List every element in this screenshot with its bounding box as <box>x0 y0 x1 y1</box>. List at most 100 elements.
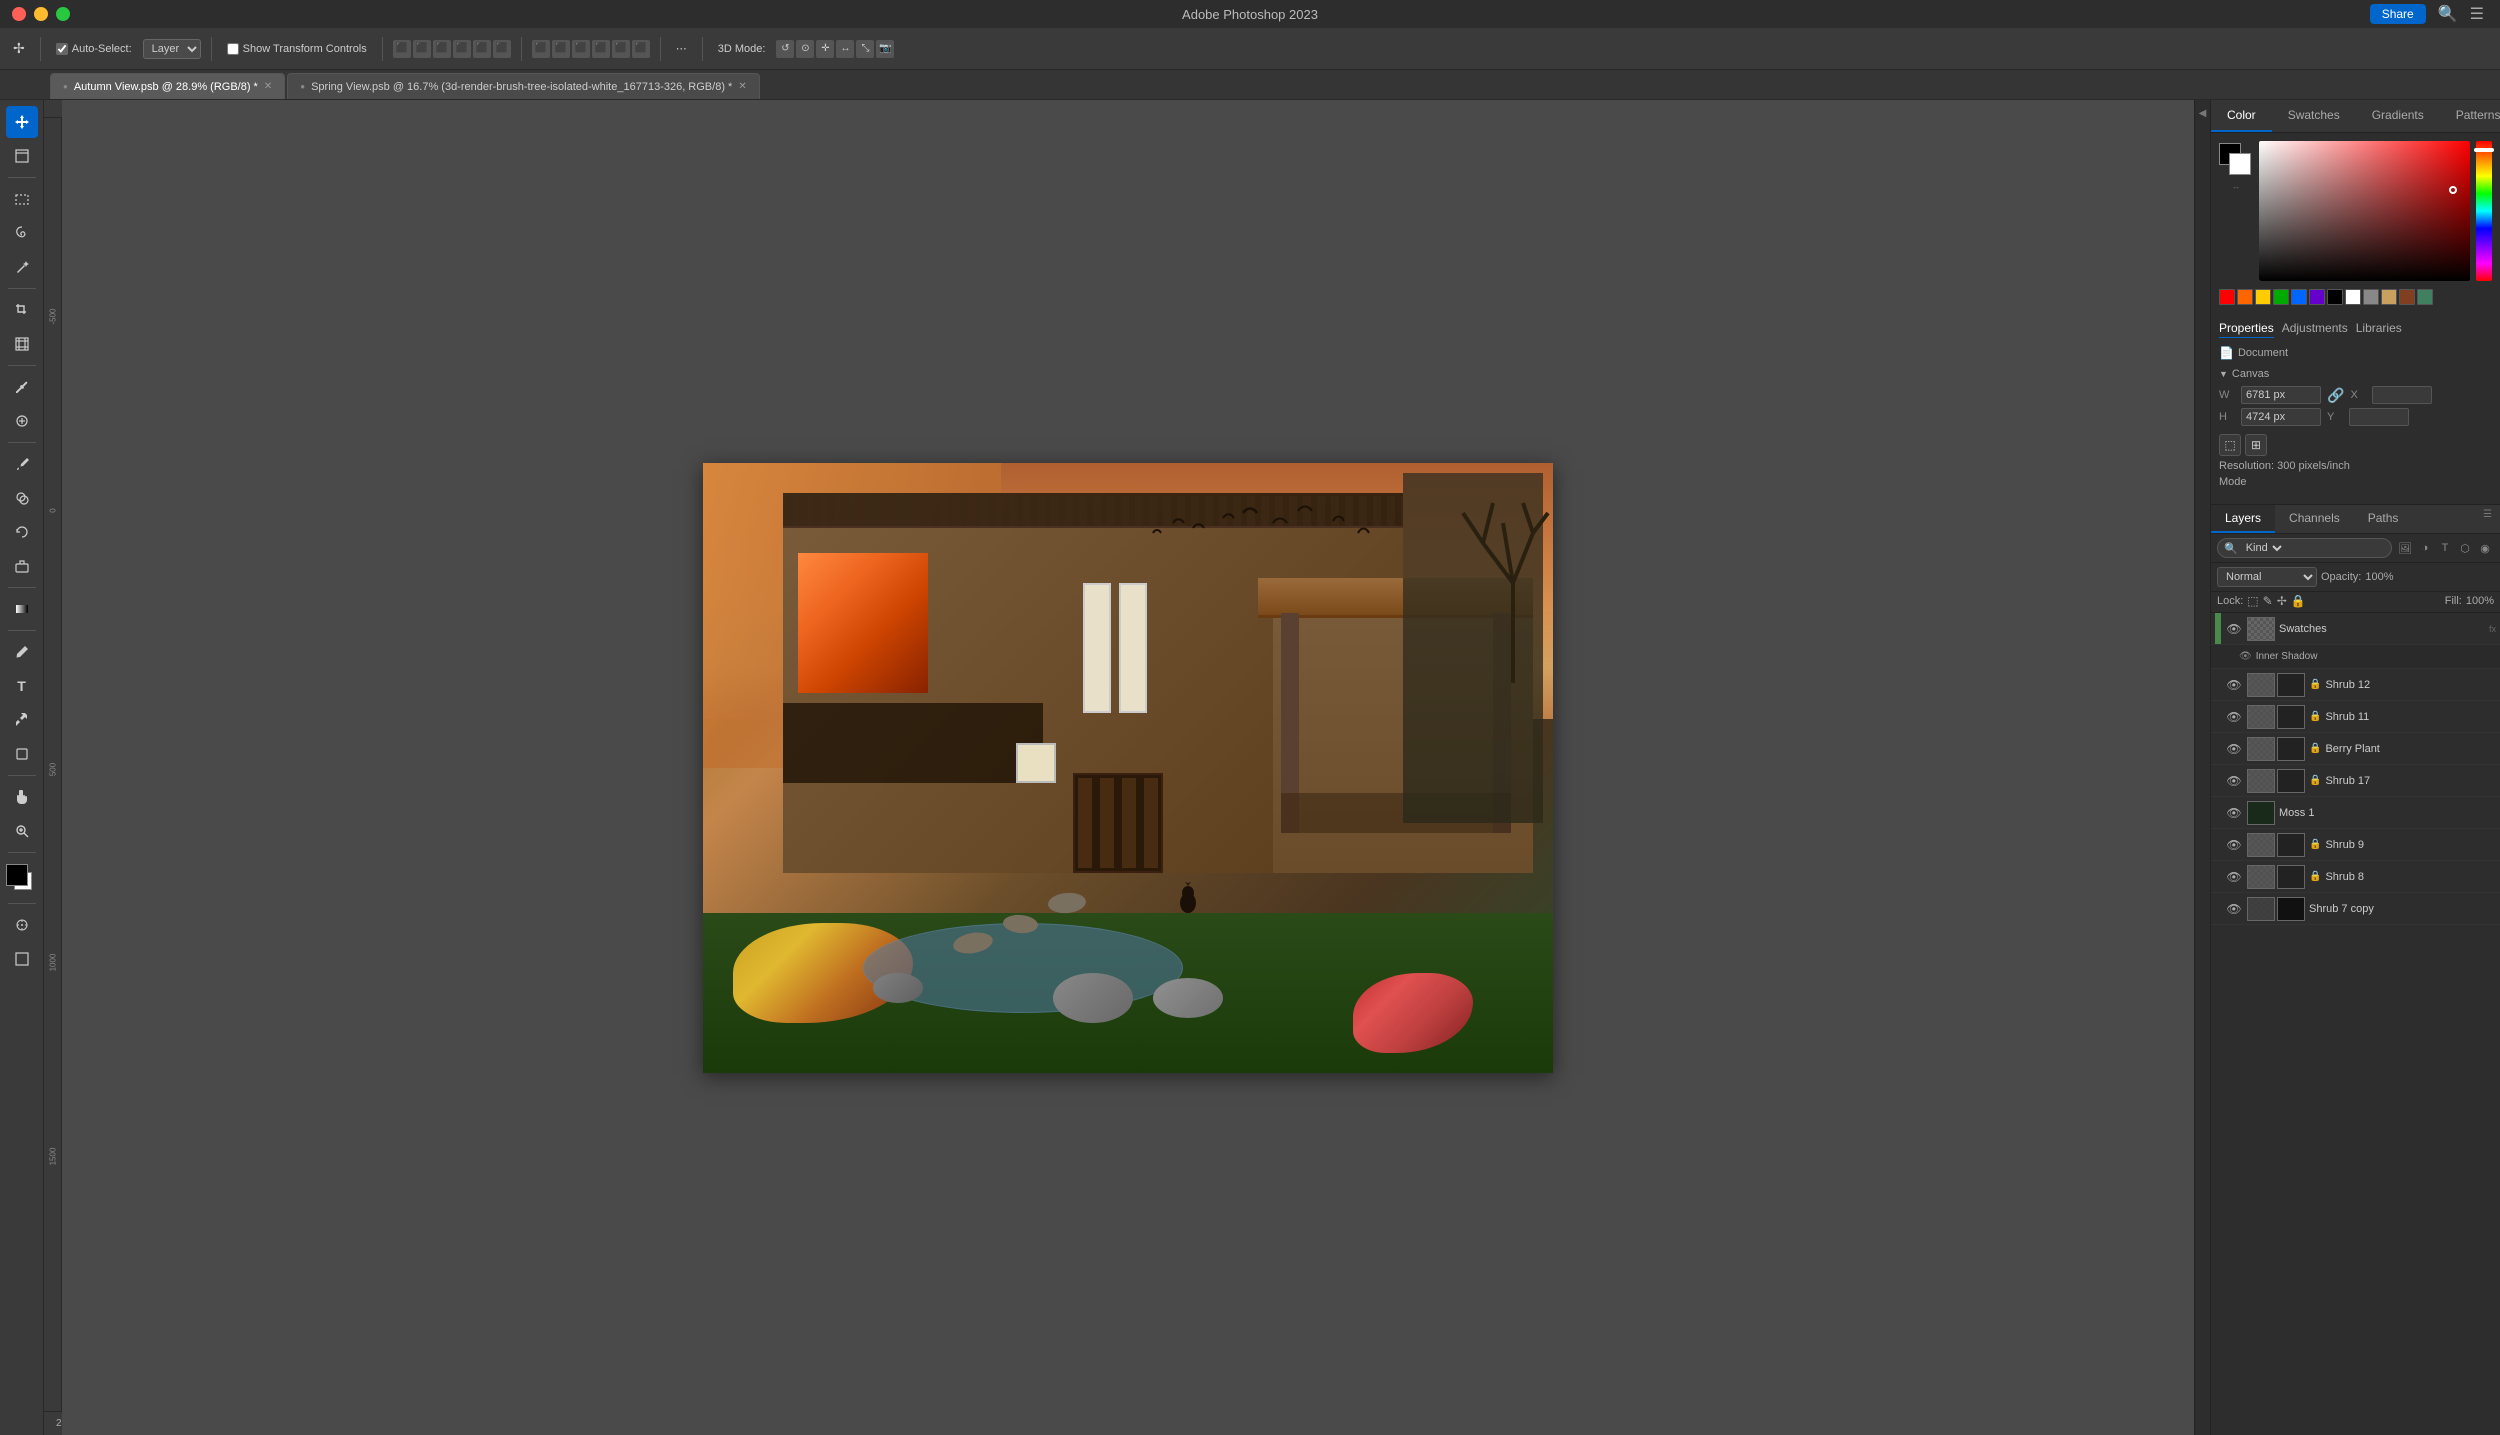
tool-clone[interactable] <box>6 482 38 514</box>
tool-brush[interactable] <box>6 448 38 480</box>
layer-eye-shrub7copy[interactable]: 👁 <box>2225 902 2243 916</box>
tab-patterns[interactable]: Patterns <box>2440 100 2500 132</box>
layer-eye-moss1[interactable]: 👁 <box>2225 806 2243 820</box>
layers-tab-layers[interactable]: Layers <box>2211 505 2275 533</box>
minimize-button[interactable] <box>34 7 48 21</box>
show-transform-toggle[interactable]: Show Transform Controls <box>222 40 372 58</box>
layer-item-shrub12[interactable]: 👁 🔒 Shrub 12 <box>2211 669 2500 701</box>
collapse-icon[interactable]: ◀ <box>2199 108 2207 119</box>
layer-item-shrub11[interactable]: 👁 🔒 Shrub 11 <box>2211 701 2500 733</box>
tool-lasso[interactable] <box>6 217 38 249</box>
3d-rotate-icon[interactable]: ↺ <box>776 40 794 58</box>
layer-item-moss1[interactable]: 👁 Moss 1 <box>2211 797 2500 829</box>
layer-item-shrub8[interactable]: 👁 🔒 Shrub 8 <box>2211 861 2500 893</box>
layer-eye-shrub12[interactable]: 👁 <box>2225 678 2243 692</box>
blend-mode-dropdown[interactable]: Normal Multiply Screen <box>2217 567 2317 587</box>
swap-colors-icon[interactable]: ↔ <box>2232 181 2241 191</box>
tab-spring-view[interactable]: ● Spring View.psb @ 16.7% (3d-render-bru… <box>287 73 759 99</box>
align-top-icon[interactable]: ⬛ <box>453 40 471 58</box>
foreground-color[interactable] <box>6 864 28 886</box>
tab-gradients[interactable]: Gradients <box>2356 100 2440 132</box>
tool-frame[interactable] <box>6 328 38 360</box>
close-button[interactable] <box>12 7 26 21</box>
distribute-center-v-icon[interactable]: ⬛ <box>612 40 630 58</box>
tool-screen-mode[interactable] <box>6 943 38 975</box>
layer-item-shrub17[interactable]: 👁 🔒 Shrub 17 <box>2211 765 2500 797</box>
3d-pan-icon[interactable]: ✛ <box>816 40 834 58</box>
layers-tab-paths[interactable]: Paths <box>2354 505 2413 533</box>
tab-color[interactable]: Color <box>2211 100 2272 132</box>
distribute-top-icon[interactable]: ⬛ <box>592 40 610 58</box>
tool-hand[interactable] <box>6 781 38 813</box>
lock-position-icon[interactable]: ✎ <box>2263 594 2273 608</box>
bg-swatch[interactable] <box>2229 153 2251 175</box>
layer-eye-shrub9[interactable]: 👁 <box>2225 838 2243 852</box>
props-tab-properties[interactable]: Properties <box>2219 321 2274 338</box>
tool-eyedropper[interactable] <box>6 371 38 403</box>
tool-shape[interactable] <box>6 738 38 770</box>
tool-text[interactable]: T <box>6 670 38 702</box>
layer-filter-adjustment[interactable]: ◑ <box>2416 539 2434 557</box>
layer-filter-text[interactable]: T <box>2436 539 2454 557</box>
layers-panel-menu[interactable]: ☰ <box>2475 505 2500 533</box>
swatch-orange[interactable] <box>2237 289 2253 305</box>
layer-eye-shrub17[interactable]: 👁 <box>2225 774 2243 788</box>
swatch-yellow[interactable] <box>2255 289 2271 305</box>
3d-orbit-icon[interactable]: ⊙ <box>796 40 814 58</box>
layer-eye-berry[interactable]: 👁 <box>2225 742 2243 756</box>
move-tool-indicator[interactable]: ✢ <box>8 37 30 60</box>
swatch-black[interactable] <box>2327 289 2343 305</box>
lock-pixels-icon[interactable]: ⬚ <box>2247 594 2258 608</box>
canvas-image[interactable] <box>703 463 1553 1073</box>
tab-autumn-close[interactable]: ✕ <box>264 81 272 92</box>
align-center-v-icon[interactable]: ⬛ <box>473 40 491 58</box>
layer-item-berry-plant[interactable]: 👁 🔒 Berry Plant <box>2211 733 2500 765</box>
show-transform-checkbox[interactable] <box>227 43 239 55</box>
distribute-center-h-icon[interactable]: ⬛ <box>552 40 570 58</box>
tab-spring-close[interactable]: ✕ <box>738 81 746 92</box>
swatch-purple[interactable] <box>2309 289 2325 305</box>
tool-crop[interactable] <box>6 294 38 326</box>
share-button[interactable]: Share <box>2370 4 2426 24</box>
align-left-icon[interactable]: ⬛ <box>393 40 411 58</box>
tool-heal[interactable] <box>6 405 38 437</box>
layers-tab-channels[interactable]: Channels <box>2275 505 2354 533</box>
auto-select-toggle[interactable]: Auto-Select: <box>51 40 137 58</box>
effects-item-inner-shadow[interactable]: 👁 Inner Shadow <box>2211 645 2500 669</box>
tool-move[interactable] <box>6 106 38 138</box>
tool-quick-mask[interactable] <box>6 909 38 941</box>
hue-strip[interactable] <box>2476 141 2492 281</box>
tool-zoom[interactable] <box>6 815 38 847</box>
tool-gradient[interactable] <box>6 593 38 625</box>
distribute-left-icon[interactable]: ⬛ <box>532 40 550 58</box>
layers-kind-dropdown[interactable]: Kind <box>2242 541 2285 555</box>
distribute-right-icon[interactable]: ⬛ <box>572 40 590 58</box>
color-spectrum[interactable] <box>2259 141 2470 281</box>
3d-camera-icon[interactable]: 📷 <box>876 40 894 58</box>
maximize-button[interactable] <box>56 7 70 21</box>
layer-item-shrub7copy[interactable]: 👁 Shrub 7 copy <box>2211 893 2500 925</box>
swatch-teal[interactable] <box>2417 289 2433 305</box>
layer-eye-shrub8[interactable]: 👁 <box>2225 870 2243 884</box>
width-input[interactable] <box>2241 386 2321 404</box>
props-tab-adjustments[interactable]: Adjustments <box>2282 321 2348 338</box>
tab-swatches[interactable]: Swatches <box>2272 100 2356 132</box>
tool-eraser[interactable] <box>6 550 38 582</box>
tool-artboard[interactable] <box>6 140 38 172</box>
distribute-bottom-icon[interactable]: ⬛ <box>632 40 650 58</box>
swatch-white[interactable] <box>2345 289 2361 305</box>
image-size-icon[interactable]: ⊞ <box>2245 434 2267 456</box>
discovery-icon[interactable]: ☰ <box>2470 4 2484 24</box>
swatch-blue[interactable] <box>2291 289 2307 305</box>
lock-all-icon[interactable]: 🔒 <box>2291 594 2306 608</box>
swatch-red[interactable] <box>2219 289 2235 305</box>
layer-filter-smart[interactable]: ◉ <box>2476 539 2494 557</box>
more-options[interactable]: ⋯ <box>671 39 692 58</box>
auto-select-checkbox[interactable] <box>56 43 68 55</box>
swatch-brown[interactable] <box>2399 289 2415 305</box>
canvas-chevron[interactable]: ▼ <box>2219 369 2228 379</box>
swatch-tan[interactable] <box>2381 289 2397 305</box>
layer-filter-shape[interactable]: ⬡ <box>2456 539 2474 557</box>
y-input[interactable] <box>2349 408 2409 426</box>
layer-eye-swatches[interactable]: 👁 <box>2225 622 2243 636</box>
